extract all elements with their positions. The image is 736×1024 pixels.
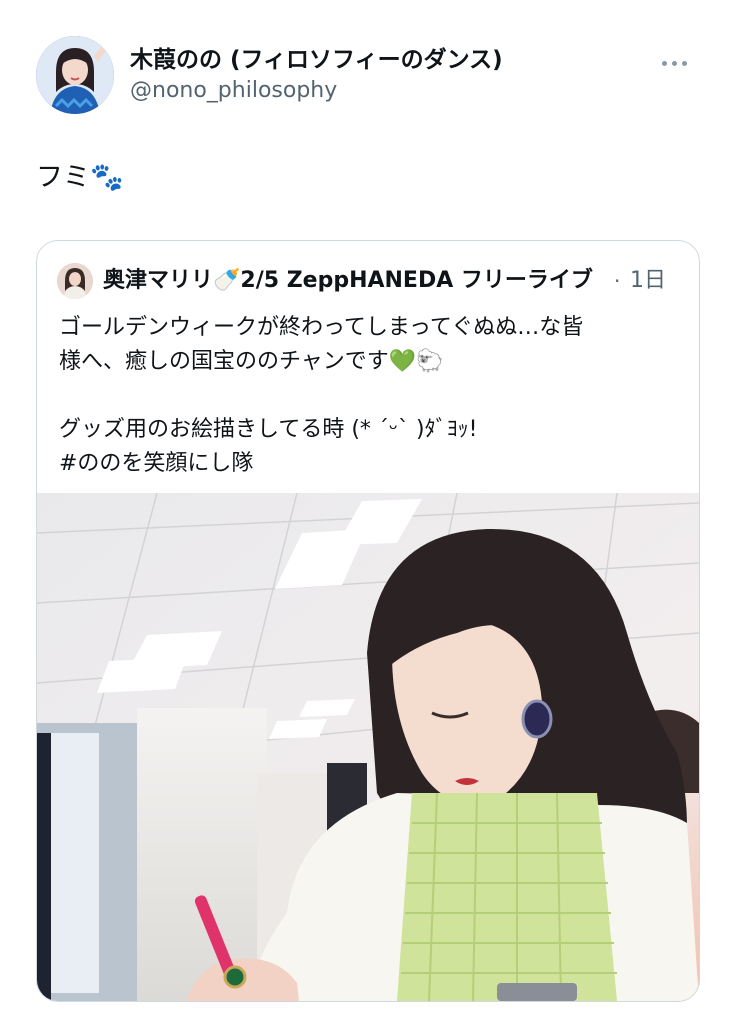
quoted-timestamp[interactable]: 1日 (630, 266, 666, 296)
quoted-text-line: グッズ用のお絵描きしてる時 (* ˊᵕˋ )ﾀﾞﾖｯ! (59, 417, 478, 442)
quoted-hashtag[interactable]: #ののを笑顔にし隊 (59, 447, 679, 481)
tweet-text: フミ🐾 (36, 162, 124, 193)
time-separator: · (614, 269, 621, 293)
tweet-header: 木葭のの (フィロソフィーのダンス) @nono_philosophy (36, 36, 700, 120)
quoted-text-line (59, 379, 679, 413)
quoted-tweet-card[interactable]: 奥津マリリ🍼2/5 ZeppHANEDA フリーライブ · 1日 ゴールデンウィ… (36, 240, 700, 1002)
display-name[interactable]: 木葭のの (フィロソフィーのダンス) (130, 44, 503, 76)
quoted-text-line: 様へ、癒しの国宝ののチャンです💚🐑 (59, 349, 444, 374)
quoted-photo[interactable] (37, 493, 699, 1001)
author-names: 木葭のの (フィロソフィーのダンス) @nono_philosophy (130, 44, 503, 106)
quoted-avatar[interactable] (57, 263, 93, 299)
avatar[interactable] (36, 36, 114, 114)
user-handle[interactable]: @nono_philosophy (130, 76, 503, 106)
quoted-author-name[interactable]: 奥津マリリ🍼2/5 ZeppHANEDA フリーライブ (103, 266, 611, 296)
more-horizontal-icon[interactable] (658, 54, 692, 74)
quoted-text: ゴールデンウィークが終わってしまってぐぬぬ…な皆 様へ、癒しの国宝ののチャンです… (59, 311, 679, 481)
quoted-tweet-header: 奥津マリリ🍼2/5 ZeppHANEDA フリーライブ · 1日 (57, 263, 683, 303)
quoted-text-line: ゴールデンウィークが終わってしまってぐぬぬ…な皆 (59, 315, 584, 340)
